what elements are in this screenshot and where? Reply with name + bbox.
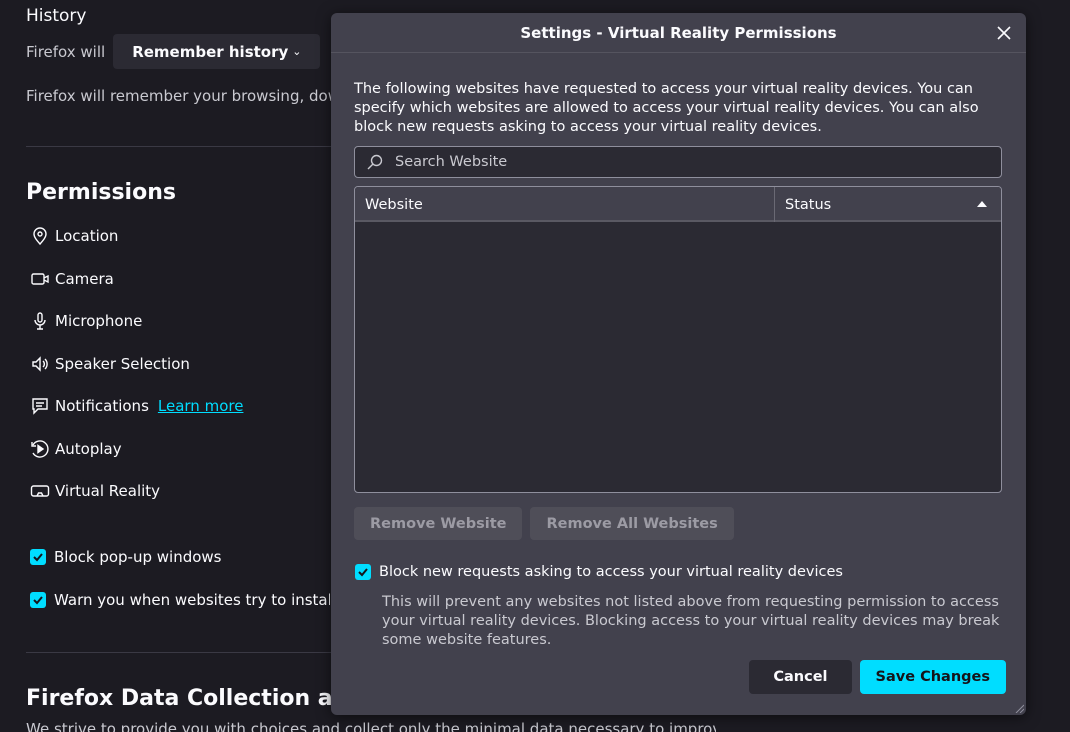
table-header: Website Status <box>355 187 1001 222</box>
camera-icon <box>31 273 49 285</box>
permission-virtual-reality[interactable]: Virtual Reality <box>30 478 160 504</box>
permission-speaker-selection[interactable]: Speaker Selection <box>30 351 190 377</box>
save-changes-button[interactable]: Save Changes <box>859 660 1006 694</box>
checkbox-checked-icon <box>30 549 46 565</box>
permissions-heading: Permissions <box>26 180 176 205</box>
permission-label: Location <box>55 227 119 245</box>
checkbox-checked-icon <box>355 564 371 580</box>
chevron-down-icon: ⌄ <box>292 45 302 58</box>
block-new-requests-label: Block new requests asking to access your… <box>379 564 843 580</box>
cancel-button[interactable]: Cancel <box>749 660 852 694</box>
column-header-label: Status <box>785 196 832 213</box>
websites-table[interactable]: Website Status <box>354 186 1002 493</box>
autoplay-icon <box>31 440 49 458</box>
permission-label: Speaker Selection <box>55 355 190 373</box>
permission-camera[interactable]: Camera <box>30 266 114 292</box>
history-row: Firefox will Remember history ⌄ <box>26 34 320 69</box>
dialog-description: The following websites have requested to… <box>354 81 979 135</box>
column-header-status[interactable]: Status <box>775 187 1001 222</box>
permission-label: Microphone <box>55 312 143 330</box>
history-dropdown-label: Remember history <box>132 42 289 61</box>
checkbox-checked-icon <box>30 592 46 608</box>
close-icon <box>997 26 1011 40</box>
remove-all-websites-button[interactable]: Remove All Websites <box>530 507 734 540</box>
microphone-icon <box>34 312 46 330</box>
block-new-requests-help: This will prevent any websites not liste… <box>382 594 1000 648</box>
column-header-label: Website <box>365 196 423 213</box>
resize-grip-icon[interactable] <box>1014 703 1024 713</box>
block-new-requests-checkbox[interactable]: Block new requests asking to access your… <box>355 564 843 580</box>
permission-location[interactable]: Location <box>30 223 118 249</box>
history-label: Firefox will <box>26 42 106 61</box>
notification-icon <box>32 398 48 415</box>
speaker-icon <box>32 356 48 372</box>
permission-label: Camera <box>55 270 114 288</box>
column-header-website[interactable]: Website <box>355 187 775 222</box>
warn-addons-checkbox[interactable]: Warn you when websites try to install ad… <box>30 591 330 609</box>
history-dropdown[interactable]: Remember history ⌄ <box>113 34 320 69</box>
block-popups-label: Block pop-up windows <box>54 548 222 566</box>
search-field[interactable] <box>354 146 1002 178</box>
divider <box>26 652 331 653</box>
learn-more-link[interactable]: Learn more <box>158 397 244 415</box>
data-collection-text: We strive to provide you with choices an… <box>26 720 716 732</box>
remove-website-button[interactable]: Remove Website <box>354 507 523 540</box>
permission-label: Virtual Reality <box>55 482 161 500</box>
divider <box>26 146 331 147</box>
dialog-footer: Cancel Save Changes <box>749 660 1006 694</box>
vr-permissions-dialog: Settings - Virtual Reality Permissions T… <box>331 13 1026 715</box>
history-heading: History <box>26 6 87 26</box>
permission-label: Autoplay <box>55 440 122 458</box>
search-icon <box>367 154 383 170</box>
permission-autoplay[interactable]: Autoplay <box>30 436 122 462</box>
search-input[interactable] <box>395 154 975 170</box>
close-button[interactable] <box>992 21 1016 45</box>
permission-notifications[interactable]: Notifications Learn more <box>30 393 243 419</box>
history-description: Firefox will remember your browsing, dow… <box>26 87 331 105</box>
block-popups-checkbox[interactable]: Block pop-up windows <box>30 548 330 566</box>
dialog-header: Settings - Virtual Reality Permissions <box>331 13 1026 53</box>
permission-microphone[interactable]: Microphone <box>30 308 142 334</box>
dialog-title: Settings - Virtual Reality Permissions <box>520 23 837 42</box>
data-collection-heading: Firefox Data Collection and Us <box>26 686 331 711</box>
permission-label: Notifications <box>55 397 149 415</box>
location-pin-icon <box>33 227 47 246</box>
warn-addons-label: Warn you when websites try to install ad… <box>54 591 330 609</box>
vr-headset-icon <box>30 485 50 497</box>
table-actions: Remove Website Remove All Websites <box>354 507 742 540</box>
sort-ascending-icon <box>977 201 987 207</box>
